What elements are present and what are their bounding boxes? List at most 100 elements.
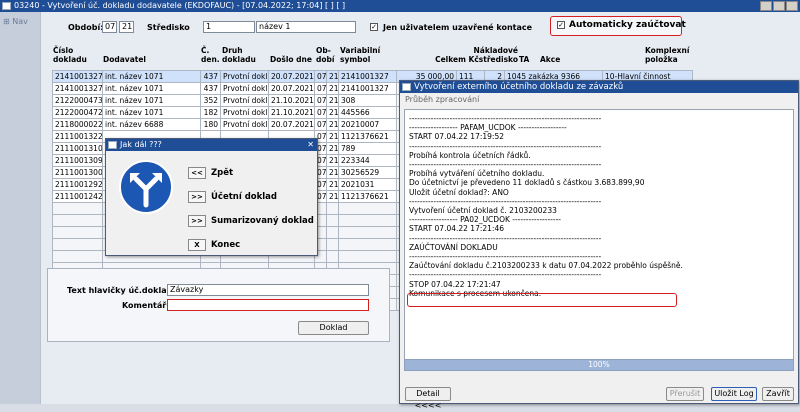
table-cell: 07 [314,70,327,83]
table-cell: 20.07.2021 [268,118,315,131]
col-naklad-header[interactable]: Nákladové Celkem Kčstředisko [428,46,518,64]
log-title: Vytvoření externího účetního dokladu ze … [414,82,624,92]
jak-dal-option-label: Konec [211,240,241,250]
jak-dal-title: Jak dál ??? [120,140,162,149]
close-icon[interactable]: ✕ [307,139,314,151]
log-line: START 07.04.22 17:19:52 [409,132,504,142]
auto-zauctovat-label: Automaticky zaúčtovat [569,20,686,30]
table-cell: 2021031 [338,178,397,191]
table-cell: 2111001322 [52,130,103,143]
table-cell: Prvotní doklad [220,106,269,119]
table-cell: 20.07.2021 [268,70,315,83]
jak-dal-title-bar: Jak dál ??? ✕ [106,139,317,151]
log-line: Vytvoření účetní doklad č. 2103200233 [409,206,557,215]
empty-cell [52,214,103,227]
jak-dal-option-label: Sumarizovaný doklad [211,216,314,226]
col-dodavatel-header[interactable]: Dodavatel [103,47,146,64]
ulozit-log-button[interactable]: Uložit Log [711,387,757,401]
nav-toggle[interactable]: ⊞ Nav [3,17,28,26]
log-line: Zaúčtování dokladu č.2103200233 k datu 0… [409,261,683,271]
detail-button[interactable]: Detail <<<< [405,387,451,410]
log-line: START 07.04.22 17:21:46 [409,224,504,234]
log-line: ------------------ PAFAM_UCDOK ---------… [409,123,567,133]
table-cell: 2118000022 [52,118,103,131]
table-cell: 2141001327 [338,82,397,95]
col-akce-header[interactable]: Akce [540,47,560,64]
log-subtitle: Průběh zpracování [405,95,480,104]
navigation-strip [0,12,40,404]
table-cell: 1121376621 [338,130,397,143]
empty-cell [326,238,339,251]
table-cell: int. název 1071 [102,82,201,95]
app-icon [2,2,11,10]
table-cell: 21 [326,130,339,143]
table-cell: 2141001327 [52,82,103,95]
table-cell: 21 [326,142,339,155]
table-cell: 2111001242 [52,190,103,203]
empty-cell [326,202,339,215]
progress-label: 100% [588,360,610,369]
jak-dal-option-button[interactable]: >> [188,191,206,203]
col-doslo-header[interactable]: Došlo dne [270,47,312,64]
minimize-button[interactable] [760,1,772,11]
table-cell: 07 [314,106,327,119]
maximize-button[interactable] [773,1,785,11]
table-cell: int. název 1071 [102,94,201,107]
table-cell: 437 [200,82,221,95]
doklad-button[interactable]: Doklad [298,321,369,335]
jak-dal-option-button[interactable]: >> [188,215,206,227]
col-komplex-header[interactable]: Komplexní položka [645,46,689,64]
obdobi-year-input[interactable]: 21 [119,21,134,33]
table-cell: Prvotní doklad [220,82,269,95]
obdobi-month-input[interactable]: 07 [102,21,117,33]
uzavrene-checkbox[interactable]: ✓ [370,23,378,31]
fork-road-icon [119,160,173,214]
empty-cell [52,238,103,251]
empty-cell [52,202,103,215]
col-cislo-header[interactable]: Číslo dokladu [53,46,87,64]
table-cell: 180 [200,118,221,131]
close-button[interactable] [786,1,798,11]
text-hlavicky-label: Text hlavičky úč.dokladu [67,286,179,295]
empty-cell [338,238,397,251]
log-line: ----------------------------------------… [409,196,602,206]
table-cell: 20.07.2021 [268,82,315,95]
auto-zauctovat-checkbox[interactable]: ✓ [557,21,565,29]
table-cell: 21.10.2021 [268,94,315,107]
table-cell: 21.10.2021 [268,106,315,119]
jak-dal-option-button[interactable]: X [188,239,206,251]
log-line: ZAÚČTOVÁNÍ DOKLADU [409,242,498,252]
empty-cell [338,202,397,215]
nav-label: Nav [12,17,28,26]
prerusit-button[interactable]: Přerušit [666,387,704,401]
col-druh-header[interactable]: Druh dokladu [222,46,256,64]
jak-dal-option-button[interactable]: << [188,167,206,179]
table-cell: 223344 [338,154,397,167]
empty-cell [326,226,339,239]
table-cell: 21 [326,190,339,203]
table-cell: 2141001327 [52,70,103,83]
table-cell: 2111001310 [52,142,103,155]
table-cell: 21 [326,106,339,119]
col-ta-header[interactable]: TA [519,47,529,64]
log-line: ----------------------------------------… [409,160,602,169]
log-line: ----------------------------------------… [409,270,602,280]
komentar-input[interactable] [167,299,369,311]
log-line: ----------------------------------------… [409,233,602,243]
log-dialog: Vytvoření externího účetního dokladu ze … [399,80,799,410]
col-symbol-header[interactable]: Variabilní symbol [340,46,380,64]
zavrit-button[interactable]: Zavřít [762,387,794,401]
empty-cell [52,250,103,263]
col-obdobi-header[interactable]: Ob-dobí [316,46,334,64]
stredisko-name-field: název 1 [256,21,356,33]
table-cell: Prvotní doklad [220,70,269,83]
success-highlight [407,293,677,307]
log-textarea[interactable]: ----------------------------------------… [404,109,794,366]
col-den-header[interactable]: Č. den. [201,46,220,64]
jak-dal-option-label: Zpět [211,168,234,178]
table-cell: int. název 1071 [102,106,201,119]
empty-cell [338,250,397,263]
stredisko-input[interactable]: 1 [203,21,255,33]
text-hlavicky-input[interactable]: Závazky [167,284,369,296]
log-title-bar: Vytvoření externího účetního dokladu ze … [400,81,798,93]
